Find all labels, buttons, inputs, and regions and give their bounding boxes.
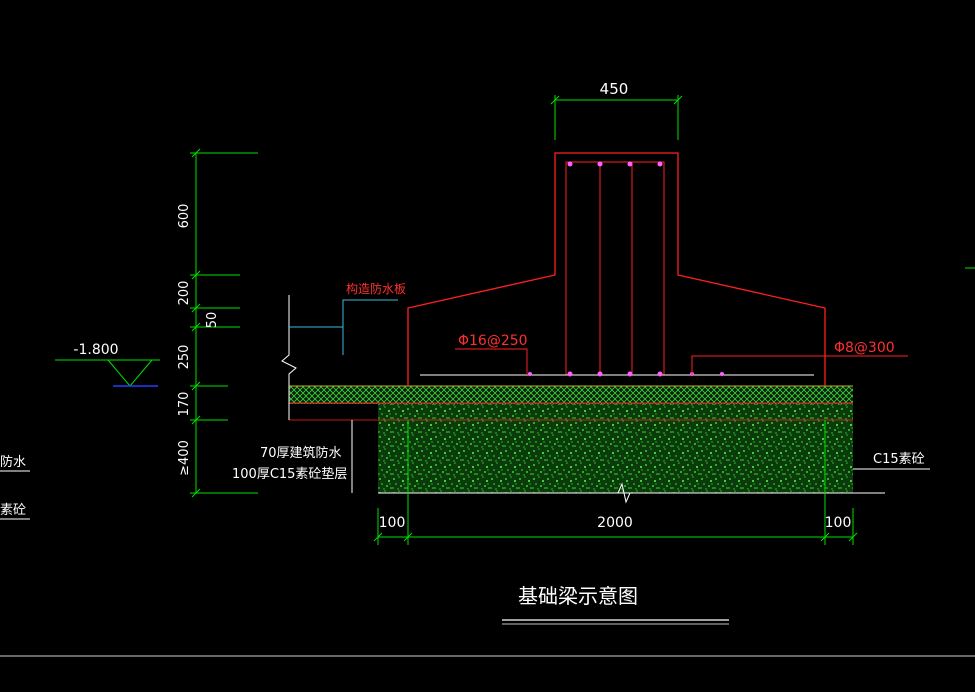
dim-400: ≥400 — [177, 440, 192, 476]
bottom-left-offset: 100 — [379, 515, 406, 531]
rebar-dots — [528, 161, 724, 377]
layer-waterproof-label: 70厚建筑防水 — [260, 445, 342, 461]
waterproof-layer — [289, 386, 853, 404]
top-width-label: 450 — [600, 80, 629, 98]
left-edge-label-2: 素砼 — [0, 503, 26, 518]
level-label: -1.800 — [73, 342, 118, 358]
water-level-symbol — [55, 359, 160, 387]
plain-concrete-block — [378, 403, 853, 493]
left-edge-label-1: 防水 — [0, 454, 26, 470]
dim-50: 50 — [205, 312, 220, 329]
c15-label: C15素砼 — [873, 452, 925, 467]
waterproof-board-label: 构造防水板 — [346, 281, 406, 296]
dim-250: 250 — [177, 345, 192, 370]
dim-170: 170 — [177, 392, 192, 417]
top-dimension — [550, 95, 683, 140]
bottom-right-offset: 100 — [825, 515, 852, 531]
rebar-right-label: Φ8@300 — [834, 340, 895, 356]
foundation-beam-drawing: 450 600 200 50 250 170 ≥400 100 2000 100 — [0, 80, 975, 657]
waterproof-board-leader — [289, 299, 398, 355]
dim-600: 600 — [177, 204, 192, 229]
bottom-total-width: 2000 — [597, 515, 633, 531]
vertical-dimension-chain — [190, 148, 258, 498]
drawing-title: 基础梁示意图 — [518, 584, 638, 608]
rebar-left-label: Φ16@250 — [458, 333, 528, 349]
dim-200: 200 — [177, 281, 192, 306]
beam-outline — [407, 152, 826, 386]
layer-cushion-label: 100厚C15素砼垫层 — [232, 466, 347, 482]
